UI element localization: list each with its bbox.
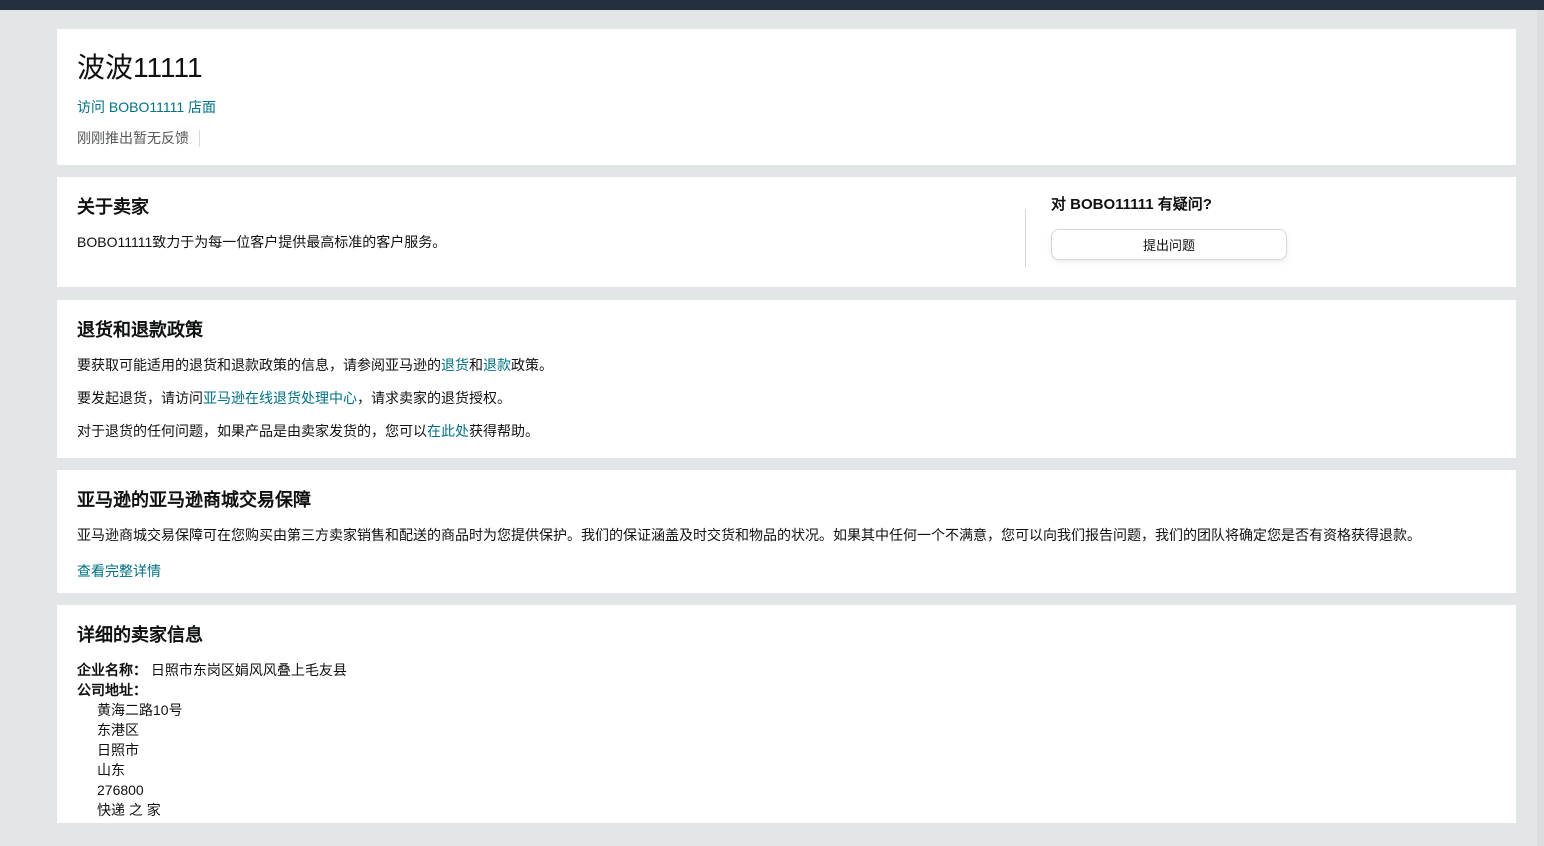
question-heading: 对 BOBO11111 有疑问? [1051, 196, 1212, 213]
feedback-status: 刚刚推出暂无反馈 [77, 130, 189, 146]
seller-details-card: 详细的卖家信息 企业名称： 日照市东岗区娟风风叠上毛友县 公司地址： 黄海二路1… [57, 605, 1516, 823]
business-name-row: 企业名称： 日照市东岗区娟风风叠上毛友县 [77, 660, 1496, 680]
returns-p2-end-text: ，请求卖家的退货授权。 [357, 390, 511, 406]
business-name-value: 日照市东岗区娟风风叠上毛友县 [150, 662, 347, 678]
about-seller-card: 关于卖家 BOBO11111致力于为每一位客户提供最高标准的客户服务。 对 BO… [57, 177, 1516, 287]
returns-policy-heading: 退货和退款政策 [77, 320, 203, 340]
guarantee-description: 亚马逊商城交易保障可在您购买由第三方卖家销售和配送的商品时为您提供保护。我们的保… [77, 527, 1421, 543]
address-district: 东港区 [97, 722, 139, 738]
returns-p1-text: 要获取可能适用的退货和退款政策的信息，请参阅亚马逊的 [77, 357, 441, 373]
feedback-separator [199, 129, 200, 147]
address-street: 黄海二路10号 [97, 702, 183, 718]
address-postcode: 276800 [97, 782, 144, 798]
returns-policy-card: 退货和退款政策 要获取可能适用的退货和退款政策的信息，请参阅亚马逊的退货和退款政… [57, 300, 1516, 458]
seller-details-heading: 详细的卖家信息 [77, 625, 203, 645]
get-help-here-link[interactable]: 在此处 [427, 423, 469, 439]
about-seller-column: 关于卖家 BOBO11111致力于为每一位客户提供最高标准的客户服务。 [77, 195, 1025, 269]
feedback-row: 刚刚推出暂无反馈 [77, 128, 1496, 148]
returns-p3-end-text: 获得帮助。 [469, 423, 539, 439]
page-title: 波波11111 [77, 52, 203, 83]
marketplace-guarantee-card: 亚马逊的亚马逊商城交易保障 亚马逊商城交易保障可在您购买由第三方卖家销售和配送的… [57, 470, 1516, 593]
returns-p1-mid-text: 和 [469, 357, 483, 373]
about-seller-description: BOBO11111致力于为每一位客户提供最高标准的客户服务。 [77, 234, 447, 250]
address-province: 山东 [97, 762, 125, 778]
scrollbar[interactable] [1537, 10, 1544, 846]
ask-question-column: 对 BOBO11111 有疑问? 提出问题 [1026, 195, 1496, 269]
address-city: 日照市 [97, 742, 139, 758]
business-name-label: 企业名称： [77, 662, 147, 678]
seller-header-card: 波波11111 访问 BOBO11111 店面 刚刚推出暂无反馈 [57, 29, 1516, 165]
returns-p3-text: 对于退货的任何问题，如果产品是由卖家发货的，您可以 [77, 423, 427, 439]
about-seller-heading: 关于卖家 [77, 197, 149, 217]
online-return-center-link[interactable]: 亚马逊在线退货处理中心 [203, 390, 357, 406]
ask-question-button[interactable]: 提出问题 [1051, 229, 1287, 260]
company-address-row: 公司地址： [77, 680, 1496, 700]
return-policy-link[interactable]: 退货 [441, 357, 469, 373]
refund-policy-link[interactable]: 退款 [483, 357, 511, 373]
view-full-details-link[interactable]: 查看完整详情 [77, 561, 161, 581]
returns-p1-end-text: 政策。 [511, 357, 553, 373]
guarantee-heading: 亚马逊的亚马逊商城交易保障 [77, 490, 311, 510]
company-address-block: 黄海二路10号 东港区 日照市 山东 276800 快递 之 家 [97, 700, 1496, 820]
returns-p2-text: 要发起退货，请访问 [77, 390, 203, 406]
top-navigation-bar [0, 0, 1544, 10]
address-extra: 快递 之 家 [97, 802, 161, 818]
returns-policy-paragraph: 要获取可能适用的退货和退款政策的信息，请参阅亚马逊的退货和退款政策。 [77, 355, 1496, 375]
company-address-label: 公司地址： [77, 682, 147, 698]
storefront-link[interactable]: 访问 BOBO11111 店面 [77, 97, 216, 117]
return-help-paragraph: 对于退货的任何问题，如果产品是由卖家发货的，您可以在此处获得帮助。 [77, 421, 1496, 441]
initiate-return-paragraph: 要发起退货，请访问亚马逊在线退货处理中心，请求卖家的退货授权。 [77, 388, 1496, 408]
